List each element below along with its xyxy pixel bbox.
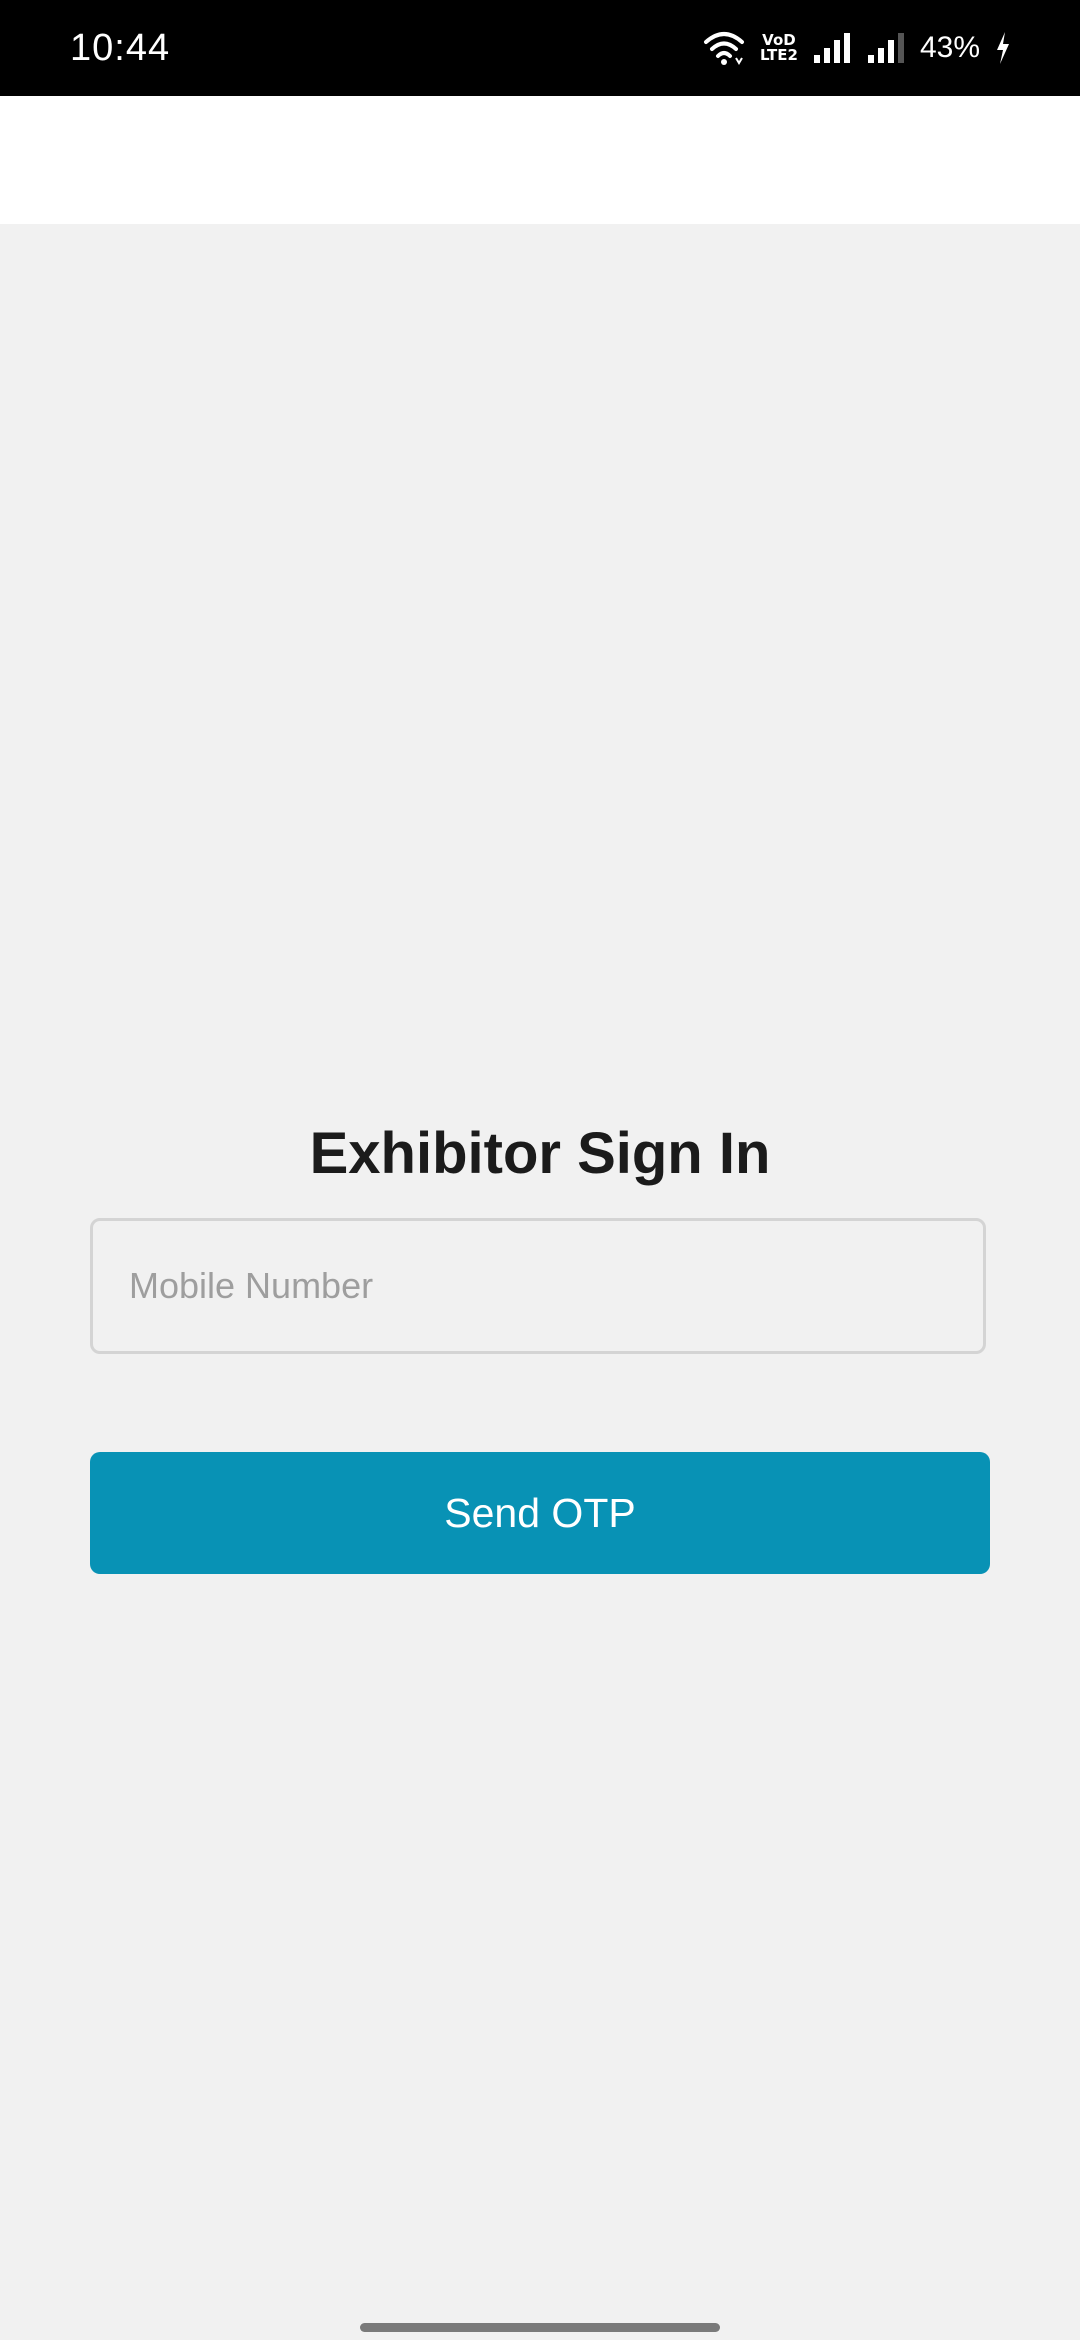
page-title: Exhibitor Sign In: [309, 1121, 771, 1186]
status-icons: VoD LTE2 43%: [702, 22, 1012, 74]
volte-label-bottom: LTE2: [759, 46, 798, 64]
wifi-icon: [703, 32, 744, 65]
home-indicator[interactable]: [360, 2323, 720, 2332]
status-time: 10:44: [70, 27, 171, 69]
signal-icon: [867, 33, 904, 63]
signal-icon: [813, 33, 850, 63]
status-bar: 10:44 VoD LTE2 43%: [0, 0, 1080, 96]
send-otp-button[interactable]: Send OTP: [90, 1452, 990, 1574]
battery-percent: 43%: [919, 31, 980, 64]
battery-charging-icon: [997, 32, 1009, 64]
mobile-number-input[interactable]: [90, 1218, 986, 1354]
volte-icon: VoD LTE2: [760, 33, 798, 63]
app-bar: [0, 96, 1080, 224]
